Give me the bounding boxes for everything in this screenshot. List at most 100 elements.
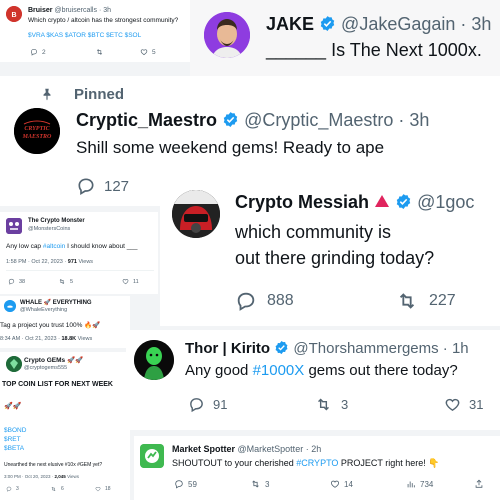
reply-icon xyxy=(190,398,203,413)
author-name[interactable]: Bruiser xyxy=(28,7,53,14)
tweet-text-line-2: out there grinding today? xyxy=(235,248,435,268)
post-meta: 8:34 AM · Oct 21, 2023 · 18.8K Views xyxy=(0,336,93,342)
tweet-card-crypto-messiah[interactable]: Crypto Messiah @1goc which community is … xyxy=(160,180,500,326)
svg-text:MAESTRO: MAESTRO xyxy=(22,134,52,140)
tweet-card-jake[interactable]: JAKE @JakeGagain · 3h ______ Is The Next… xyxy=(190,0,500,76)
reply-button[interactable]: 59 xyxy=(174,479,197,489)
author-handle[interactable]: @MonstersCoins xyxy=(28,226,70,232)
author-name[interactable]: Cryptic_Maestro xyxy=(76,110,217,130)
avatar[interactable] xyxy=(204,12,250,58)
coin-item[interactable]: $RET xyxy=(4,436,21,443)
tweet-card-crypto-monster[interactable]: The Crypto Monster @MonstersCoins Any lo… xyxy=(0,212,158,294)
svg-text:CRYPTIC: CRYPTIC xyxy=(24,126,50,132)
tweet-card-bruiser[interactable]: B Bruiser @bruisercalls · 3h Which crypt… xyxy=(0,0,190,62)
author-name[interactable]: Crypto Messiah xyxy=(235,192,369,212)
avatar[interactable]: B xyxy=(6,6,22,22)
like-button[interactable]: 31 xyxy=(444,396,483,413)
like-count: 5 xyxy=(152,48,156,56)
author-name[interactable]: Crypto GEMs 🚀🚀 xyxy=(24,356,83,364)
tweet-text: Tag a project you trust 100% 🔥🚀 xyxy=(0,322,101,329)
retweet-icon xyxy=(59,279,65,284)
reply-icon xyxy=(8,278,15,285)
tweet-card-crypto-gems[interactable]: Crypto GEMs 🚀🚀 @cryptogems555 TOP COIN L… xyxy=(0,352,130,500)
reply-icon xyxy=(6,486,12,492)
author-name[interactable]: JAKE xyxy=(266,14,314,34)
heart-icon xyxy=(330,480,340,488)
reply-count: 2 xyxy=(42,48,46,56)
heart-icon xyxy=(95,486,101,492)
post-meta: 3:00 PM · Oct 20, 2023 · 2,045 Views xyxy=(4,474,80,479)
avatar[interactable] xyxy=(134,340,174,380)
post-time: · 3h xyxy=(98,7,111,14)
avatar[interactable] xyxy=(6,356,22,372)
avatar[interactable] xyxy=(140,444,164,468)
reply-button[interactable]: 3 xyxy=(6,486,19,492)
reply-button[interactable]: 91 xyxy=(188,396,227,413)
retweet-icon xyxy=(96,49,103,55)
tweet-text: Any low cap #altcoin I should know about… xyxy=(6,243,138,250)
coin-item[interactable]: $BOND xyxy=(4,427,26,434)
avatar[interactable]: CRYPTIC MAESTRO xyxy=(14,108,60,154)
retweet-icon xyxy=(51,486,56,492)
reply-icon xyxy=(78,178,94,195)
views-button[interactable]: 734 xyxy=(406,479,433,489)
tweet-text: Shill some weekend gems! Ready to ape xyxy=(76,138,385,157)
verified-badge-icon xyxy=(320,16,335,31)
tweet-footer-text: Unearthed the next elusive #10x #GEM yet… xyxy=(4,462,103,468)
retweet-icon xyxy=(399,293,415,309)
author-handle[interactable]: @1goc xyxy=(417,192,474,212)
tweet-card-market-spotter[interactable]: Market Spotter @MarketSpotter · 2h SHOUT… xyxy=(134,436,500,500)
post-meta: 1:58 PM · Oct 22, 2023 · 971 Views xyxy=(6,259,94,265)
like-button[interactable]: 14 xyxy=(330,479,353,489)
author-name[interactable]: WHALE 🚀 EVERYTHING xyxy=(20,299,92,306)
ticker-list: $VRA $KAS $ATOR $BTC $ETC $SOL xyxy=(28,32,142,39)
heart-icon xyxy=(122,279,129,285)
reply-count: 888 xyxy=(267,292,294,309)
share-icon xyxy=(475,479,483,488)
retweet-button[interactable] xyxy=(95,48,104,56)
avatar[interactable] xyxy=(6,218,22,234)
author-handle[interactable]: @bruisercalls xyxy=(54,7,97,14)
retweet-icon xyxy=(318,398,329,411)
red-triangle-icon xyxy=(375,195,390,207)
author-name[interactable]: The Crypto Monster xyxy=(28,218,85,224)
pinned-label: Pinned xyxy=(74,86,125,103)
hashtag-link[interactable]: #altcoin xyxy=(43,243,65,250)
verified-badge-icon xyxy=(396,194,411,209)
author-handle[interactable]: @Cryptic_Maestro · 3h xyxy=(244,110,429,130)
tweet-card-whale[interactable]: WHALE 🚀 EVERYTHING @WhaleEverything Tag … xyxy=(0,296,130,348)
author-name[interactable]: Market Spotter xyxy=(172,444,235,454)
reply-button[interactable]: 2 xyxy=(30,48,46,56)
retweet-button[interactable]: 6 xyxy=(50,486,64,492)
reply-button[interactable]: 38 xyxy=(8,278,25,285)
reply-button[interactable]: 888 xyxy=(235,290,294,312)
heart-icon xyxy=(445,398,460,412)
author-handle[interactable]: @MarketSpotter · 2h xyxy=(238,444,322,454)
like-button[interactable]: 11 xyxy=(122,278,139,285)
author-handle[interactable]: @WhaleEverything xyxy=(20,307,67,313)
like-button[interactable]: 18 xyxy=(95,486,111,492)
tweet-card-thor-kirito[interactable]: Thor | Kirito @Thorshammergems · 1h Any … xyxy=(126,330,500,430)
retweet-button[interactable]: 3 xyxy=(250,479,269,489)
reply-icon xyxy=(30,48,38,56)
tweet-text: ______ Is The Next 1000x. xyxy=(266,40,482,60)
retweet-button[interactable]: 3 xyxy=(314,396,348,413)
avatar[interactable] xyxy=(172,190,220,238)
retweet-count: 227 xyxy=(429,292,456,309)
reply-icon xyxy=(175,480,183,489)
hashtag-link[interactable]: #1000X xyxy=(253,362,305,379)
author-handle[interactable]: @Thorshammergems · 1h xyxy=(293,340,468,357)
author-name[interactable]: Thor | Kirito xyxy=(185,340,270,357)
retweet-button[interactable]: 5 xyxy=(58,278,73,285)
share-button[interactable] xyxy=(474,479,484,489)
analytics-icon xyxy=(407,481,415,488)
avatar[interactable] xyxy=(4,300,16,312)
hashtag-link[interactable]: #CRYPTO xyxy=(296,458,338,468)
like-button[interactable]: 5 xyxy=(140,48,156,56)
retweet-button[interactable]: 227 xyxy=(395,290,456,312)
author-handle[interactable]: @JakeGagain · 3h xyxy=(341,14,491,34)
coin-item[interactable]: $BETA xyxy=(4,445,24,452)
author-handle[interactable]: @cryptogems555 xyxy=(24,365,67,371)
reply-button[interactable]: 127 xyxy=(76,176,129,196)
svg-text:B: B xyxy=(11,12,16,19)
